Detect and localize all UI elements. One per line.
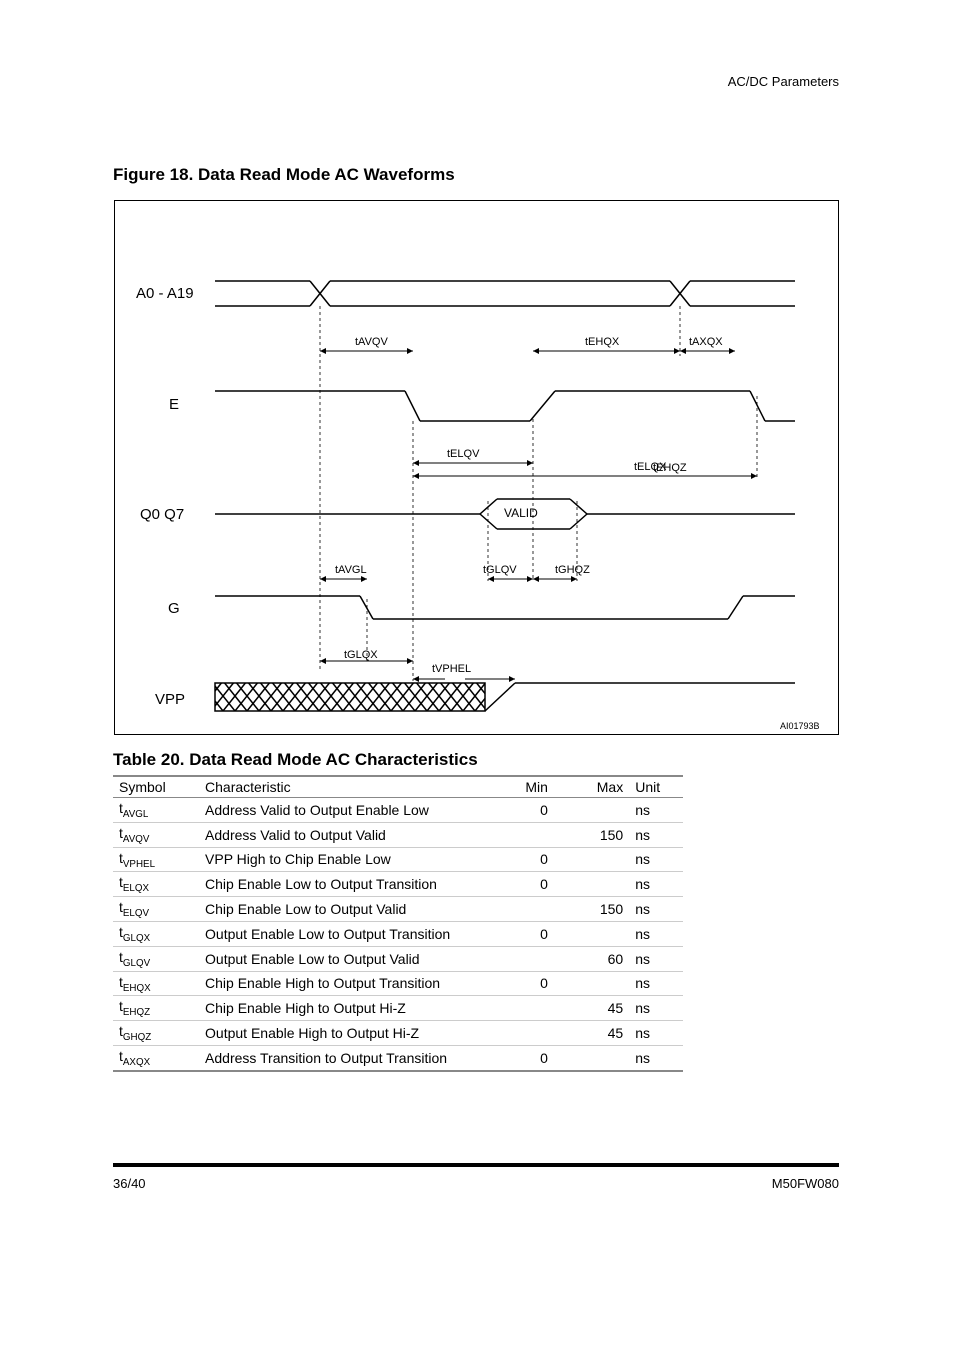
table-row: tGLQVOutput Enable Low to Output Valid 60… bbox=[113, 946, 683, 971]
table-row: tELQVChip Enable Low to Output Valid 150n… bbox=[113, 897, 683, 922]
table-body: tAVGLAddress Valid to Output Enable Low0… bbox=[113, 798, 683, 1071]
cell-max bbox=[554, 1045, 629, 1070]
th-unit: Unit bbox=[629, 776, 683, 798]
cell-unit: ns bbox=[629, 897, 683, 922]
table-row: tELQXChip Enable Low to Output Transitio… bbox=[113, 872, 683, 897]
cell-symbol: tAVQV bbox=[113, 822, 199, 847]
cell-unit: ns bbox=[629, 946, 683, 971]
cell-char: Output Enable High to Output Hi-Z bbox=[199, 1021, 479, 1046]
table-row: tEHQXChip Enable High to Output Transiti… bbox=[113, 971, 683, 996]
cell-symbol: tEHQX bbox=[113, 971, 199, 996]
cell-symbol: tGLQX bbox=[113, 921, 199, 946]
table-row: tAXQXAddress Transition to Output Transi… bbox=[113, 1045, 683, 1070]
table-row: tAVGLAddress Valid to Output Enable Low0… bbox=[113, 798, 683, 823]
th-max: Max bbox=[554, 776, 629, 798]
cell-symbol: tEHQZ bbox=[113, 996, 199, 1021]
footer-doc-id: M50FW080 bbox=[772, 1176, 839, 1191]
cell-char: Chip Enable High to Output Hi-Z bbox=[199, 996, 479, 1021]
cell-char: Address Valid to Output Valid bbox=[199, 822, 479, 847]
cell-min bbox=[479, 946, 554, 971]
footer-rule bbox=[113, 1163, 839, 1167]
cell-symbol: tGHQZ bbox=[113, 1021, 199, 1046]
cell-char: Address Transition to Output Transition bbox=[199, 1045, 479, 1070]
cell-min bbox=[479, 996, 554, 1021]
cell-max bbox=[554, 847, 629, 872]
cell-max bbox=[554, 971, 629, 996]
table-row: tEHQZChip Enable High to Output Hi-Z 45ns bbox=[113, 996, 683, 1021]
cell-symbol: tELQX bbox=[113, 872, 199, 897]
cell-symbol: tAXQX bbox=[113, 1045, 199, 1070]
cell-unit: ns bbox=[629, 872, 683, 897]
page: AC/DC Parameters Figure 18. Data Read Mo… bbox=[0, 0, 954, 1351]
cell-max: 60 bbox=[554, 946, 629, 971]
page-header: AC/DC Parameters bbox=[113, 74, 839, 89]
table-row: tAVQVAddress Valid to Output Valid 150ns bbox=[113, 822, 683, 847]
cell-char: Chip Enable Low to Output Valid bbox=[199, 897, 479, 922]
table-row: tGLQXOutput Enable Low to Output Transit… bbox=[113, 921, 683, 946]
th-symbol: Symbol bbox=[113, 776, 199, 798]
cell-min: 0 bbox=[479, 971, 554, 996]
table-row: tGHQZOutput Enable High to Output Hi-Z 45… bbox=[113, 1021, 683, 1046]
footer-page-number: 36/40 bbox=[113, 1176, 146, 1191]
cell-symbol: tAVGL bbox=[113, 798, 199, 823]
cell-symbol: tELQV bbox=[113, 897, 199, 922]
cell-min bbox=[479, 1021, 554, 1046]
table-row: tVPHELVPP High to Chip Enable Low0 ns bbox=[113, 847, 683, 872]
cell-unit: ns bbox=[629, 798, 683, 823]
cell-unit: ns bbox=[629, 921, 683, 946]
cell-max bbox=[554, 921, 629, 946]
timing-diagram: A0 - A19 E Q0 Q7 G VPP VALID tAVQV tEHQX… bbox=[114, 200, 839, 735]
timing-diagram-svg: AI01793B bbox=[115, 201, 840, 736]
header-right: AC/DC Parameters bbox=[728, 74, 839, 89]
cell-unit: ns bbox=[629, 971, 683, 996]
cell-max: 150 bbox=[554, 822, 629, 847]
timing-table: Symbol Characteristic Min Max Unit tAVGL… bbox=[113, 775, 683, 1072]
cell-min: 0 bbox=[479, 872, 554, 897]
cell-unit: ns bbox=[629, 822, 683, 847]
th-min: Min bbox=[479, 776, 554, 798]
cell-char: VPP High to Chip Enable Low bbox=[199, 847, 479, 872]
table-header-row: Symbol Characteristic Min Max Unit bbox=[113, 776, 683, 798]
th-char: Characteristic bbox=[199, 776, 479, 798]
cell-max bbox=[554, 798, 629, 823]
cell-char: Chip Enable High to Output Transition bbox=[199, 971, 479, 996]
cell-max: 150 bbox=[554, 897, 629, 922]
cell-char: Output Enable Low to Output Transition bbox=[199, 921, 479, 946]
cell-unit: ns bbox=[629, 847, 683, 872]
cell-max: 45 bbox=[554, 1021, 629, 1046]
table-title: Table 20. Data Read Mode AC Characterist… bbox=[113, 750, 478, 770]
cell-max: 45 bbox=[554, 996, 629, 1021]
figure-title: Figure 18. Data Read Mode AC Waveforms bbox=[113, 165, 455, 185]
cell-min: 0 bbox=[479, 798, 554, 823]
cell-symbol: tVPHEL bbox=[113, 847, 199, 872]
cell-unit: ns bbox=[629, 996, 683, 1021]
cell-min: 0 bbox=[479, 847, 554, 872]
cell-max bbox=[554, 872, 629, 897]
cell-min bbox=[479, 897, 554, 922]
cell-min: 0 bbox=[479, 921, 554, 946]
svg-text:AI01793B: AI01793B bbox=[780, 721, 820, 731]
cell-char: Address Valid to Output Enable Low bbox=[199, 798, 479, 823]
cell-symbol: tGLQV bbox=[113, 946, 199, 971]
cell-char: Output Enable Low to Output Valid bbox=[199, 946, 479, 971]
cell-char: Chip Enable Low to Output Transition bbox=[199, 872, 479, 897]
cell-min bbox=[479, 822, 554, 847]
cell-unit: ns bbox=[629, 1021, 683, 1046]
cell-min: 0 bbox=[479, 1045, 554, 1070]
cell-unit: ns bbox=[629, 1045, 683, 1070]
